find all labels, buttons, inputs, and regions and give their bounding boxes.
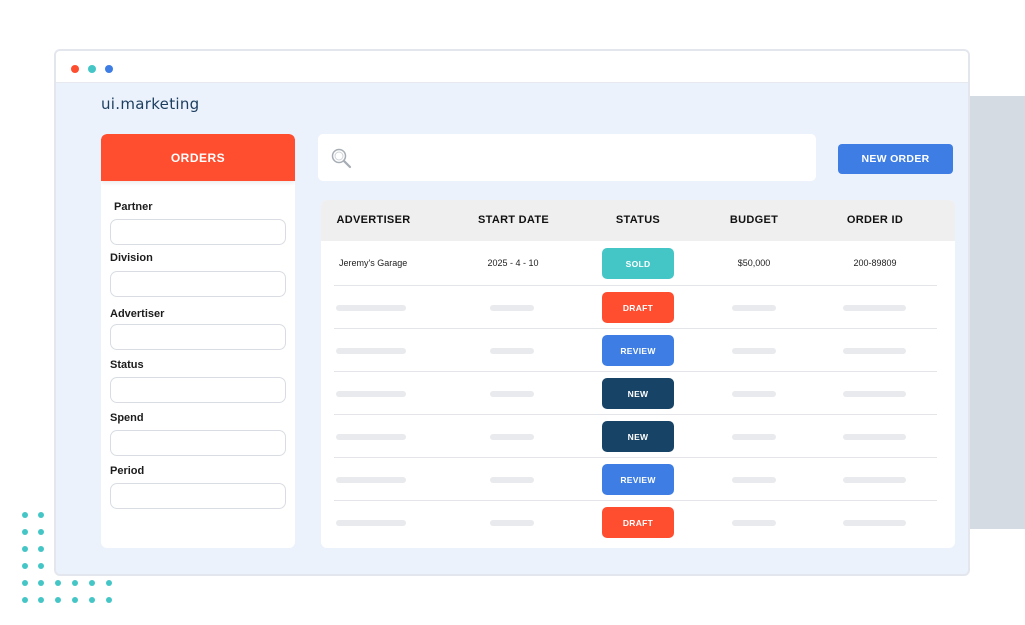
column-header-advertiser[interactable]: ADVERTISER bbox=[331, 214, 416, 226]
table-row[interactable]: NEW bbox=[334, 415, 937, 458]
window-titlebar bbox=[56, 51, 968, 83]
placeholder-budget bbox=[732, 305, 776, 311]
filter-label-partner: Partner bbox=[114, 201, 153, 213]
placeholder-budget bbox=[732, 348, 776, 354]
division-field[interactable] bbox=[110, 271, 286, 297]
spend-field[interactable] bbox=[110, 430, 286, 456]
status-badge: REVIEW bbox=[602, 464, 674, 495]
table-row[interactable]: REVIEW bbox=[334, 458, 937, 501]
orders-tab[interactable]: ORDERS bbox=[101, 134, 295, 181]
placeholder-advertiser bbox=[336, 477, 406, 483]
search-icon[interactable] bbox=[330, 147, 352, 169]
table-row[interactable]: REVIEW bbox=[334, 329, 937, 372]
filter-label-spend: Spend bbox=[110, 412, 144, 424]
table-row[interactable]: DRAFT bbox=[334, 286, 937, 329]
filter-sidebar: ORDERS Partner Division Advertiser Statu… bbox=[101, 134, 295, 548]
placeholder-order-id bbox=[843, 520, 906, 526]
maximize-dot[interactable] bbox=[105, 65, 113, 73]
placeholder-start-date bbox=[490, 434, 534, 440]
placeholder-start-date bbox=[490, 391, 534, 397]
placeholder-order-id bbox=[843, 348, 906, 354]
search-input[interactable] bbox=[362, 144, 802, 170]
order-id-cell: 200-89809 bbox=[853, 258, 897, 268]
placeholder-order-id bbox=[843, 477, 906, 483]
page: ui.marketing ORDERS Partner Division Adv… bbox=[0, 0, 1025, 625]
placeholder-order-id bbox=[843, 391, 906, 397]
placeholder-advertiser bbox=[336, 348, 406, 354]
minimize-dot[interactable] bbox=[88, 65, 96, 73]
placeholder-budget bbox=[732, 477, 776, 483]
status-field[interactable] bbox=[110, 377, 286, 403]
placeholder-advertiser bbox=[336, 520, 406, 526]
table-row[interactable]: DRAFT bbox=[334, 501, 937, 544]
placeholder-start-date bbox=[490, 348, 534, 354]
advertiser-field[interactable] bbox=[110, 324, 286, 350]
placeholder-budget bbox=[732, 520, 776, 526]
filter-label-advertiser: Advertiser bbox=[110, 308, 165, 320]
table-row[interactable]: NEW bbox=[334, 372, 937, 415]
period-field[interactable] bbox=[110, 483, 286, 509]
new-order-button[interactable]: NEW ORDER bbox=[838, 144, 953, 174]
status-badge: NEW bbox=[602, 378, 674, 409]
status-badge: SOLD bbox=[602, 248, 674, 279]
budget-cell: $50,000 bbox=[737, 258, 771, 268]
status-badge: DRAFT bbox=[602, 507, 674, 538]
orders-table: ADVERTISER START DATE STATUS BUDGET ORDE… bbox=[321, 200, 955, 548]
placeholder-order-id bbox=[843, 305, 906, 311]
status-badge: NEW bbox=[602, 421, 674, 452]
app-logo: ui.marketing bbox=[101, 95, 200, 113]
placeholder-start-date bbox=[490, 305, 534, 311]
column-header-status[interactable]: STATUS bbox=[598, 214, 678, 226]
table-header: ADVERTISER START DATE STATUS BUDGET ORDE… bbox=[321, 200, 955, 241]
search-bar bbox=[318, 134, 816, 181]
placeholder-advertiser bbox=[336, 391, 406, 397]
start-date-cell: 2025 - 4 - 10 bbox=[487, 258, 539, 268]
close-dot[interactable] bbox=[71, 65, 79, 73]
app-window: ui.marketing ORDERS Partner Division Adv… bbox=[54, 49, 970, 576]
column-header-start-date[interactable]: START DATE bbox=[471, 214, 556, 226]
filter-label-division: Division bbox=[110, 252, 153, 264]
placeholder-budget bbox=[732, 391, 776, 397]
placeholder-start-date bbox=[490, 520, 534, 526]
table-row[interactable]: Jeremy's Garage 2025 - 4 - 10 SOLD $50,0… bbox=[334, 241, 937, 286]
placeholder-budget bbox=[732, 434, 776, 440]
filter-label-status: Status bbox=[110, 359, 144, 371]
advertiser-cell: Jeremy's Garage bbox=[339, 258, 408, 268]
placeholder-start-date bbox=[490, 477, 534, 483]
partner-field[interactable] bbox=[110, 219, 286, 245]
placeholder-advertiser bbox=[336, 305, 406, 311]
status-badge: DRAFT bbox=[602, 292, 674, 323]
filter-label-period: Period bbox=[110, 465, 145, 477]
status-badge: REVIEW bbox=[602, 335, 674, 366]
column-header-order-id[interactable]: ORDER ID bbox=[835, 214, 915, 226]
background-gray-panel bbox=[968, 96, 1025, 529]
placeholder-advertiser bbox=[336, 434, 406, 440]
column-header-budget[interactable]: BUDGET bbox=[714, 214, 794, 226]
placeholder-order-id bbox=[843, 434, 906, 440]
